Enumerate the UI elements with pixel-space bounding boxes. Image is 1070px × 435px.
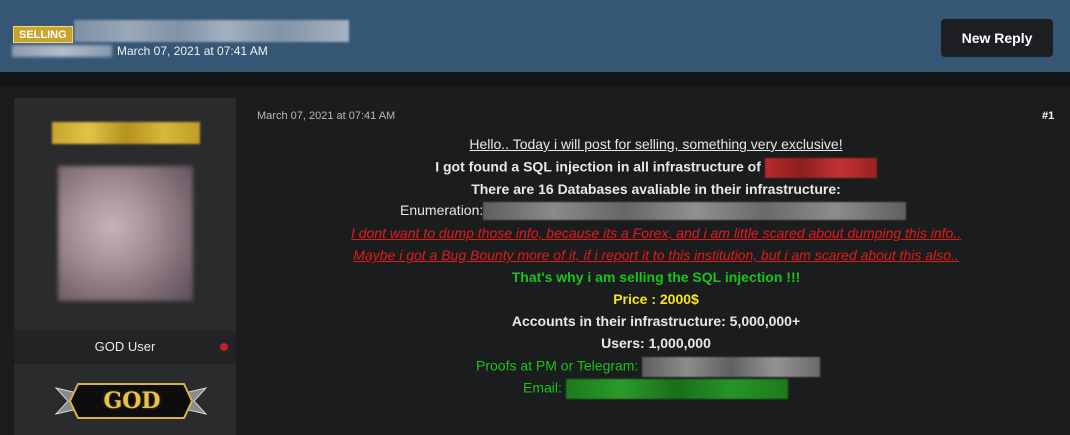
post-text: Accounts in their infrastructure: 5,000,… (511, 313, 801, 329)
redacted-database-list (483, 202, 907, 221)
post-text: I dont want to dump those info, because … (350, 225, 962, 241)
post-line: Price : 2000$ (256, 291, 1056, 307)
post-text: Hello.. Today i will post for selling, s… (469, 136, 843, 152)
thread-header: SELLING March 07, 2021 at 07:41 AM New R… (0, 0, 1070, 72)
post-text: I got found a SQL injection in all infra… (435, 158, 761, 175)
selling-badge: SELLING (13, 26, 73, 43)
god-rank-emblem: GOD (54, 380, 208, 422)
post-text: That's why i am selling the SQL injectio… (511, 269, 801, 285)
post-text: Users: 1,000,000 (601, 335, 711, 351)
user-rank: GOD User (94, 339, 156, 354)
post-line: Accounts in their infrastructure: 5,000,… (256, 313, 1056, 329)
post-text: Maybe i got a Bug Bounty more of it, if … (353, 247, 959, 263)
post-line: Enumeration: (400, 202, 907, 221)
new-reply-button[interactable]: New Reply (941, 19, 1053, 57)
post-line: I got found a SQL injection in all infra… (256, 158, 1056, 178)
post-text: Enumeration: (400, 202, 484, 218)
post-line: Maybe i got a Bug Bounty more of it, if … (256, 247, 1056, 263)
post-line: Users: 1,000,000 (256, 335, 1056, 351)
post-text: Proofs at PM or Telegram: (476, 357, 639, 374)
post-date: March 07, 2021 at 07:41 AM (257, 110, 396, 122)
post-text: There are 16 Databases avaliable in thei… (471, 181, 841, 197)
header-separator (0, 72, 1070, 87)
post-line: That's why i am selling the SQL injectio… (256, 269, 1056, 285)
post-number-link[interactable]: #1 (1042, 110, 1054, 122)
redacted-author (12, 45, 112, 57)
redacted-username[interactable] (52, 122, 200, 144)
redacted-target-name (764, 158, 877, 178)
avatar[interactable] (58, 166, 193, 301)
redacted-telegram (642, 357, 821, 377)
redacted-thread-title (74, 20, 349, 42)
post-text: Email: (523, 379, 562, 396)
user-rank-row: GOD User (14, 330, 236, 364)
user-sidebar: GOD User GOD (14, 98, 236, 435)
post-line: I dont want to dump those info, because … (256, 225, 1056, 241)
post-line: Email: (523, 379, 788, 399)
post-line: There are 16 Databases avaliable in thei… (256, 181, 1056, 197)
offline-status-dot (220, 343, 228, 351)
post-text: Price : 2000$ (613, 291, 699, 307)
god-emblem-text: GOD (103, 388, 161, 414)
redacted-email (565, 379, 788, 399)
thread-date: March 07, 2021 at 07:41 AM (117, 44, 268, 58)
post-line: Hello.. Today i will post for selling, s… (256, 136, 1056, 152)
post-line: Proofs at PM or Telegram: (476, 357, 821, 377)
